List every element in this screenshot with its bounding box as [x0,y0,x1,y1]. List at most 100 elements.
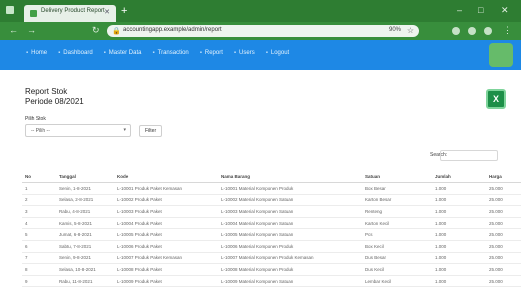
table-cell: Lembar Kecil [362,275,432,288]
page-title: Report Stok Periode 08/2021 [25,87,84,107]
table-row: 5 Jumat, 6-8-2021 L-10005 Produk Paket L-10… [22,228,521,241]
maximize-icon[interactable]: □ [478,5,483,15]
nav-link-users[interactable]: ▪ Users [234,50,255,56]
back-icon[interactable]: ← [9,25,18,35]
table-cell: 6 [22,240,56,253]
table-cell: 3 [22,205,56,218]
extension-icon[interactable] [452,27,460,35]
table-body: 1 Senin, 1-8-2021 L-10001 Produk Paket Kem… [22,182,521,288]
table-cell: 2 [22,194,56,207]
tab-close-icon[interactable]: ✕ [104,8,110,16]
home-icon: ▪ [26,50,29,56]
forward-icon[interactable]: → [27,25,36,35]
nav-link-label: Users [239,50,255,56]
table-cell: 25.000 [486,240,521,253]
nav-link-home[interactable]: ▪ Home [26,50,47,56]
table-cell: 1.000 [432,194,486,207]
column-header[interactable]: Kode [114,170,218,183]
bookmark-star-icon[interactable]: ☆ [407,26,414,35]
reload-icon[interactable]: ↻ [92,25,100,36]
table-cell: L-10009 Produk Paket [114,275,218,288]
table-cell: 25.000 [486,205,521,218]
tab-title: Delivery Product Report [41,8,105,14]
table-cell: L-10003 Material Komponen Satuan [218,205,362,218]
table-cell: L-10003 Produk Paket [114,205,218,218]
report-icon: ▪ [199,50,202,56]
table-cell: 9 [22,275,56,288]
table-cell: L-10004 Produk Paket [114,217,218,230]
nav-link-dashboard[interactable]: ▪ Dashboard [58,50,93,56]
browser-menu-dots-icon[interactable]: ⋮ [503,25,512,36]
table-cell: 7 [22,252,56,265]
chevron-down-icon: ▾ [123,127,126,133]
column-header[interactable]: Tanggal [56,170,114,183]
zoom-level[interactable]: 90% [389,27,401,33]
nav-link-label: Logout [270,50,290,56]
table-cell: Pcs [362,228,432,241]
address-bar[interactable]: 🔒 accountingapp.example/admin/report 90%… [107,25,419,37]
column-header[interactable]: Satuan [362,170,432,183]
table-cell: 25.000 [486,217,521,230]
table-cell: Sabtu, 7-8-2021 [56,240,114,253]
table-cell: 25.000 [486,252,521,265]
table-row: 9 Rabu, 11-8-2021 L-10009 Produk Paket L-10… [22,275,521,288]
column-header[interactable]: Jumlah [432,170,486,183]
nav-link-label: Report [204,50,223,56]
table-cell: Renteng [362,205,432,218]
table-row: 4 Kamis, 5-8-2021 L-10004 Produk Paket L-10… [22,217,521,230]
nav-link-label: Dashboard [63,50,93,56]
search-input[interactable] [440,150,498,161]
browser-menu-icon[interactable] [6,6,14,14]
stock-select[interactable]: -- Pilih -- ▾ [25,124,131,137]
extension-icon[interactable] [468,27,476,35]
table-cell: 25.000 [486,275,521,288]
table-cell: Senin, 1-8-2021 [56,182,114,195]
column-header[interactable]: No [22,170,56,183]
table-cell: 25.000 [486,228,521,241]
browser-tab[interactable]: Delivery Product Report ✕ [24,5,116,22]
stock-select-value: -- Pilih -- [31,128,50,134]
table-cell: 1.000 [432,240,486,253]
nav-link-logout[interactable]: ▪ Logout [266,50,290,56]
table-cell: Jumat, 6-8-2021 [56,228,114,241]
nav-links: ▪ Home ▪ Dashboard ▪ Master Data ▪ Transaction ▪… [26,50,289,56]
table-cell: Karton Kecil [362,217,432,230]
table-cell: L-10002 Produk Paket [114,194,218,207]
report-card: Report Stok Periode 08/2021 X Pilih Stok… [22,78,521,290]
table-cell: 1.000 [432,205,486,218]
table-cell: Selasa, 10-8-2021 [56,263,114,276]
logout-icon: ▪ [265,50,268,56]
table-cell: 4 [22,217,56,230]
report-table: No Tanggal Kode Nama Barang Satuan Jumlah Harg… [22,170,521,288]
table-cell: 1.000 [432,275,486,288]
table-cell: L-10008 Material Komponen Produk [218,263,362,276]
minimize-icon[interactable]: – [457,5,462,15]
table-cell: L-10007 Produk Paket Kemasan [114,252,218,265]
nav-link-transaction[interactable]: ▪ Transaction [152,50,188,56]
table-cell: L-10005 Material Komponen Satuan [218,228,362,241]
profile-icon[interactable] [484,27,492,35]
export-excel-button[interactable]: X [486,89,506,109]
table-cell: 25.000 [486,194,521,207]
column-header[interactable]: Nama Barang [218,170,362,183]
table-cell: Box Kecil [362,240,432,253]
table-cell: L-10009 Material Komponen Satuan [218,275,362,288]
table-header-row: No Tanggal Kode Nama Barang Satuan Jumlah Harg… [22,170,521,183]
table-cell: Rabu, 11-8-2021 [56,275,114,288]
table-cell: 25.000 [486,263,521,276]
table-cell: 8 [22,263,56,276]
new-tab-button[interactable]: + [121,5,127,17]
nav-link-label: Transaction [157,50,189,56]
close-window-icon[interactable]: ✕ [501,5,509,16]
table-cell: 1.000 [432,252,486,265]
table-cell: L-10008 Produk Paket [114,263,218,276]
nav-link-master-data[interactable]: ▪ Master Data [104,50,142,56]
nav-link-report[interactable]: ▪ Report [200,50,223,56]
table-cell: Dus Besar [362,252,432,265]
table-cell: L-10004 Material Komponen Satuan [218,217,362,230]
filter-button[interactable]: Filter [139,125,163,137]
table-cell: Selasa, 2-8-2021 [56,194,114,207]
swap-icon: ▪ [152,50,155,56]
nav-link-label: Master Data [108,50,142,56]
column-header[interactable]: Harga [486,170,521,183]
